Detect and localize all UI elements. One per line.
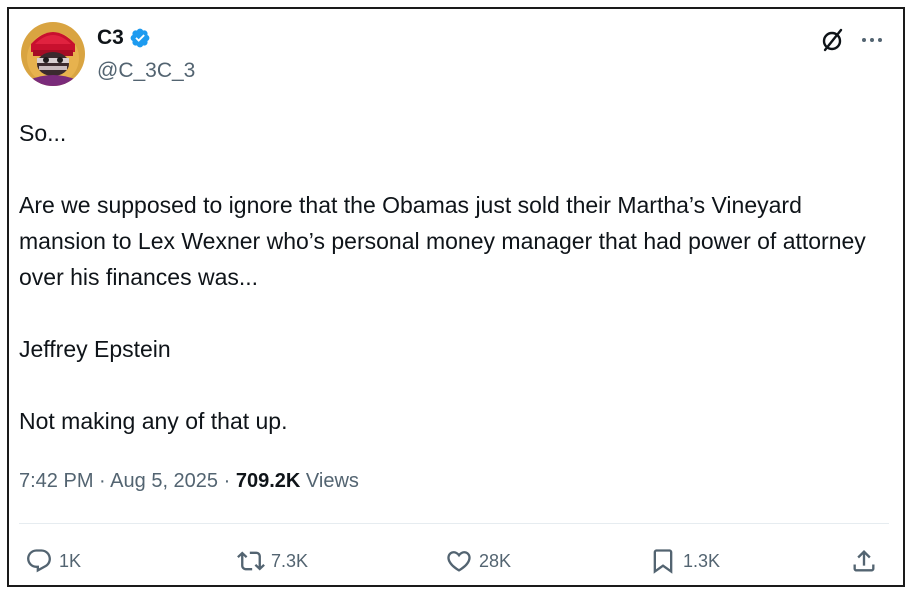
share-icon (853, 550, 875, 572)
tweet-paragraph: So... (19, 120, 67, 146)
bookmark-button[interactable]: 1.3K (649, 541, 720, 581)
reply-count: 1K (59, 550, 82, 571)
divider (19, 523, 889, 524)
meta-separator: · (223, 470, 231, 492)
avatar[interactable] (21, 22, 85, 86)
tweet-paragraph: Jeffrey Epstein (19, 336, 171, 362)
repost-count: 7.3K (271, 550, 309, 571)
share-button[interactable] (850, 541, 878, 581)
reply-button[interactable]: 1K (25, 541, 81, 581)
author-display-name[interactable]: C3 (97, 25, 124, 51)
like-button[interactable]: 28K (445, 541, 511, 581)
views-count: 709.2K (235, 470, 301, 492)
views-label: Views (305, 470, 359, 492)
tweet-time[interactable]: 7:42 PM (19, 470, 93, 492)
verified-badge-icon (130, 28, 150, 48)
avatar-image (21, 22, 85, 86)
repost-button[interactable]: 7.3K (237, 541, 308, 581)
bookmark-icon (653, 549, 673, 574)
tweet-actions-bar: 1K 7.3K 28K 1.3K (9, 541, 907, 581)
tweet-paragraph: Not making any of that up. (19, 408, 288, 434)
tweet-card: C3 @C_3C_3 So... Are we supposed to igno… (7, 7, 905, 587)
meta-separator: · (99, 470, 106, 492)
tweet-date[interactable]: Aug 5, 2025 (110, 470, 218, 492)
grok-icon[interactable] (820, 27, 846, 53)
tweet-paragraph: Are we supposed to ignore that the Obama… (19, 192, 866, 290)
reply-icon (27, 549, 51, 573)
bookmark-count: 1.3K (683, 550, 721, 571)
author-handle[interactable]: @C_3C_3 (97, 58, 195, 84)
repost-icon (237, 551, 265, 571)
more-options-icon[interactable] (859, 27, 885, 53)
heart-icon (447, 551, 471, 572)
like-count: 28K (479, 550, 512, 571)
tweet-meta: 7:42 PM · Aug 5, 2025 · 709.2K Views (19, 467, 359, 495)
tweet-text: So... Are we supposed to ignore that the… (19, 115, 889, 439)
author-name-row[interactable]: C3 (97, 25, 151, 51)
